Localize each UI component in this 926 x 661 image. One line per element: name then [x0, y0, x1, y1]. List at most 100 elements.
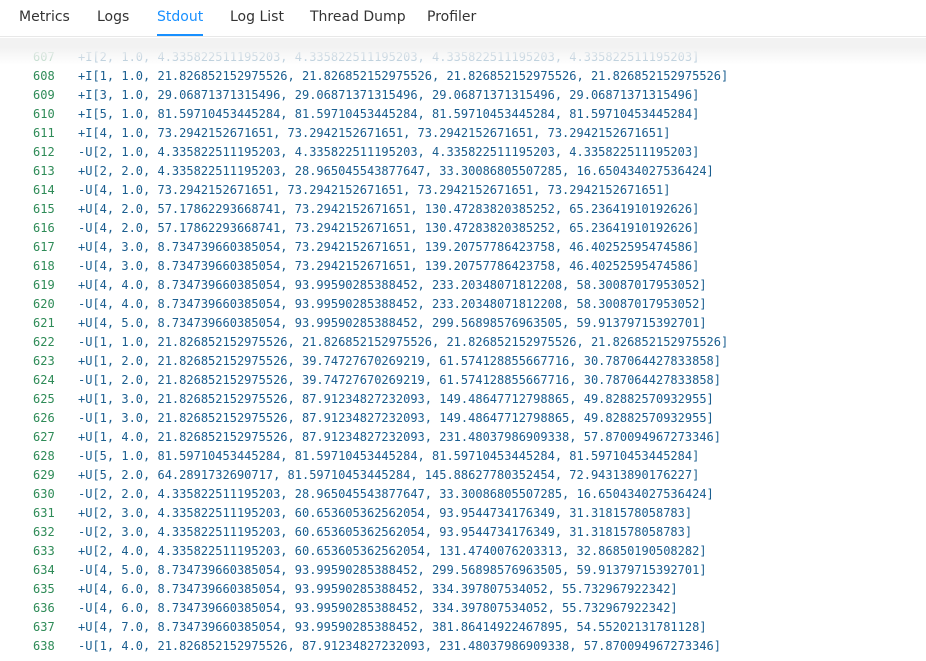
log-line: 638 -U[1, 4.0, 21.826852152975526, 87.912…: [0, 637, 926, 656]
line-text: +U[4, 7.0, 8.734739660385054, 93.9959028…: [78, 620, 707, 634]
line-number: 613: [33, 164, 55, 178]
line-text: -U[1, 3.0, 21.826852152975526, 87.912348…: [78, 411, 714, 425]
log-line: 610 +I[5, 1.0, 81.59710453445284, 81.5971…: [0, 105, 926, 124]
line-text: -U[2, 2.0, 4.335822511195203, 28.9650455…: [78, 487, 714, 501]
line-number: 617: [33, 240, 55, 254]
log-line: 626 -U[1, 3.0, 21.826852152975526, 87.912…: [0, 409, 926, 428]
stdout-log-view[interactable]: 607 +I[2, 1.0, 4.335822511195203, 4.33582…: [0, 39, 926, 661]
line-number: 607: [33, 50, 55, 64]
line-number: 611: [33, 126, 55, 140]
line-text: -U[4, 1.0, 73.2942152671651, 73.29421526…: [78, 183, 671, 197]
line-text: +U[4, 3.0, 8.734739660385054, 73.2942152…: [78, 240, 700, 254]
line-text: -U[1, 2.0, 21.826852152975526, 39.747276…: [78, 373, 721, 387]
line-text: +I[2, 1.0, 4.335822511195203, 4.33582251…: [78, 50, 700, 64]
line-text: -U[2, 1.0, 4.335822511195203, 4.33582251…: [78, 145, 700, 159]
line-number: 637: [33, 620, 55, 634]
line-number: 609: [33, 88, 55, 102]
line-text: +U[2, 2.0, 4.335822511195203, 28.9650455…: [78, 164, 714, 178]
tab-logs[interactable]: Logs: [97, 0, 129, 36]
log-line: 614 -U[4, 1.0, 73.2942152671651, 73.29421…: [0, 181, 926, 200]
log-line: 616 -U[4, 2.0, 57.17862293668741, 73.2942…: [0, 219, 926, 238]
line-number: 630: [33, 487, 55, 501]
tab-thread-dump[interactable]: Thread Dump: [310, 0, 406, 36]
line-text: +I[5, 1.0, 81.59710453445284, 81.5971045…: [78, 107, 700, 121]
line-number: 621: [33, 316, 55, 330]
line-number: 610: [33, 107, 55, 121]
line-text: -U[1, 1.0, 21.826852152975526, 21.826852…: [78, 335, 729, 349]
log-line: 623 +U[1, 2.0, 21.826852152975526, 39.747…: [0, 352, 926, 371]
log-line: 633 +U[2, 4.0, 4.335822511195203, 60.6536…: [0, 542, 926, 561]
line-number: 623: [33, 354, 55, 368]
line-text: +U[2, 3.0, 4.335822511195203, 60.6536053…: [78, 506, 693, 520]
log-line: 625 +U[1, 3.0, 21.826852152975526, 87.912…: [0, 390, 926, 409]
line-text: +U[4, 6.0, 8.734739660385054, 93.9959028…: [78, 582, 678, 596]
tab-bar: Metrics Logs Stdout Log List Thread Dump…: [0, 0, 926, 38]
line-number: 634: [33, 563, 55, 577]
log-line: 637 +U[4, 7.0, 8.734739660385054, 93.9959…: [0, 618, 926, 637]
log-line: 629 +U[5, 2.0, 64.2891732690717, 81.59710…: [0, 466, 926, 485]
line-text: +U[4, 2.0, 57.17862293668741, 73.2942152…: [78, 202, 700, 216]
log-line: 607 +I[2, 1.0, 4.335822511195203, 4.33582…: [0, 48, 926, 67]
line-text: +I[1, 1.0, 21.826852152975526, 21.826852…: [78, 69, 729, 83]
line-text: +I[4, 1.0, 73.2942152671651, 73.29421526…: [78, 126, 671, 140]
line-number: 620: [33, 297, 55, 311]
line-text: +U[5, 2.0, 64.2891732690717, 81.59710453…: [78, 468, 700, 482]
line-text: -U[4, 5.0, 8.734739660385054, 93.9959028…: [78, 563, 707, 577]
line-number: 627: [33, 430, 55, 444]
log-line: 619 +U[4, 4.0, 8.734739660385054, 93.9959…: [0, 276, 926, 295]
log-line: 620 -U[4, 4.0, 8.734739660385054, 93.9959…: [0, 295, 926, 314]
line-number: 624: [33, 373, 55, 387]
line-text: +U[2, 4.0, 4.335822511195203, 60.6536053…: [78, 544, 707, 558]
line-number: 633: [33, 544, 55, 558]
line-number: 622: [33, 335, 55, 349]
line-text: -U[4, 4.0, 8.734739660385054, 93.9959028…: [78, 297, 707, 311]
line-text: -U[1, 4.0, 21.826852152975526, 87.912348…: [78, 639, 721, 653]
line-text: +U[1, 3.0, 21.826852152975526, 87.912348…: [78, 392, 714, 406]
tab-profiler[interactable]: Profiler: [427, 0, 476, 36]
line-number: 608: [33, 69, 55, 83]
log-line: 615 +U[4, 2.0, 57.17862293668741, 73.2942…: [0, 200, 926, 219]
log-line: 609 +I[3, 1.0, 29.06871371315496, 29.0687…: [0, 86, 926, 105]
line-number: 612: [33, 145, 55, 159]
line-number: 628: [33, 449, 55, 463]
tab-log-list[interactable]: Log List: [230, 0, 284, 36]
log-line: 635 +U[4, 6.0, 8.734739660385054, 93.9959…: [0, 580, 926, 599]
line-number: 638: [33, 639, 55, 653]
line-number: 614: [33, 183, 55, 197]
tab-metrics[interactable]: Metrics: [19, 0, 70, 36]
tab-stdout[interactable]: Stdout: [157, 0, 204, 36]
log-line: 632 -U[2, 3.0, 4.335822511195203, 60.6536…: [0, 523, 926, 542]
line-text: +U[4, 5.0, 8.734739660385054, 93.9959028…: [78, 316, 707, 330]
tab-divider: [0, 36, 926, 37]
log-line: 636 -U[4, 6.0, 8.734739660385054, 93.9959…: [0, 599, 926, 618]
line-text: -U[4, 3.0, 8.734739660385054, 73.2942152…: [78, 259, 700, 273]
log-line: 631 +U[2, 3.0, 4.335822511195203, 60.6536…: [0, 504, 926, 523]
line-text: -U[2, 3.0, 4.335822511195203, 60.6536053…: [78, 525, 693, 539]
log-line: 622 -U[1, 1.0, 21.826852152975526, 21.826…: [0, 333, 926, 352]
log-lines: 607 +I[2, 1.0, 4.335822511195203, 4.33582…: [0, 48, 926, 656]
line-number: 635: [33, 582, 55, 596]
log-line: 612 -U[2, 1.0, 4.335822511195203, 4.33582…: [0, 143, 926, 162]
log-line: 613 +U[2, 2.0, 4.335822511195203, 28.9650…: [0, 162, 926, 181]
log-line: 611 +I[4, 1.0, 73.2942152671651, 73.29421…: [0, 124, 926, 143]
line-text: -U[5, 1.0, 81.59710453445284, 81.5971045…: [78, 449, 700, 463]
log-line: 621 +U[4, 5.0, 8.734739660385054, 93.9959…: [0, 314, 926, 333]
line-number: 632: [33, 525, 55, 539]
line-number: 619: [33, 278, 55, 292]
line-number: 616: [33, 221, 55, 235]
log-line: 627 +U[1, 4.0, 21.826852152975526, 87.912…: [0, 428, 926, 447]
line-number: 629: [33, 468, 55, 482]
line-number: 618: [33, 259, 55, 273]
line-text: +U[1, 2.0, 21.826852152975526, 39.747276…: [78, 354, 721, 368]
log-line: 628 -U[5, 1.0, 81.59710453445284, 81.5971…: [0, 447, 926, 466]
line-number: 625: [33, 392, 55, 406]
line-number: 631: [33, 506, 55, 520]
line-number: 636: [33, 601, 55, 615]
log-line: 630 -U[2, 2.0, 4.335822511195203, 28.9650…: [0, 485, 926, 504]
line-text: +I[3, 1.0, 29.06871371315496, 29.0687137…: [78, 88, 700, 102]
log-line: 608 +I[1, 1.0, 21.826852152975526, 21.826…: [0, 67, 926, 86]
line-text: -U[4, 6.0, 8.734739660385054, 93.9959028…: [78, 601, 678, 615]
line-number: 615: [33, 202, 55, 216]
line-text: -U[4, 2.0, 57.17862293668741, 73.2942152…: [78, 221, 700, 235]
log-line: 618 -U[4, 3.0, 8.734739660385054, 73.2942…: [0, 257, 926, 276]
